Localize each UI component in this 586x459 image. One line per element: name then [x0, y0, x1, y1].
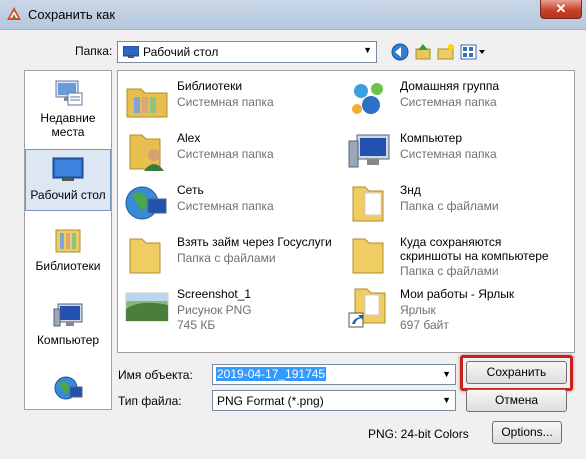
- computer-icon: [53, 303, 83, 327]
- place-label: Недавние места: [40, 111, 96, 139]
- format-info: PNG: 24-bit Colors: [368, 427, 469, 441]
- window-title: Сохранить как: [28, 7, 116, 22]
- title-bar: Сохранить как ✕: [0, 0, 586, 30]
- close-button[interactable]: ✕: [540, 0, 582, 19]
- app-icon: [7, 7, 21, 20]
- list-item[interactable]: Компьютер Системная папка: [343, 125, 563, 177]
- user-folder-icon: [129, 134, 164, 171]
- item-type: Системная папка: [400, 147, 497, 161]
- item-size: 745 КБ: [177, 318, 216, 332]
- filename-input[interactable]: 2019-04-17_191745 ▼: [212, 364, 456, 385]
- item-type: Папка с файлами: [177, 251, 276, 265]
- view-menu-icon[interactable]: [459, 42, 487, 62]
- folder-icon: [129, 238, 161, 274]
- network-icon: [125, 186, 167, 220]
- folder-label: Папка:: [75, 44, 113, 58]
- item-name: Компьютер: [400, 131, 463, 145]
- desktop-icon: [52, 157, 84, 181]
- filetype-label: Тип файла:: [118, 394, 182, 408]
- place-label: Библиотеки: [35, 259, 101, 273]
- item-name: Библиотеки: [177, 79, 243, 93]
- item-name: Взять займ через Госуслуги: [177, 235, 332, 249]
- list-item[interactable]: Screenshot_1 Рисунок PNG 745 КБ: [120, 281, 340, 341]
- list-item[interactable]: Сеть Системная папка: [120, 177, 340, 229]
- folder-icon: [352, 186, 384, 222]
- list-item[interactable]: Домашняя группа Системная папка: [343, 73, 563, 125]
- list-item[interactable]: Библиотеки Системная папка: [120, 73, 340, 125]
- item-name: Домашняя группа: [400, 79, 500, 93]
- item-type: Системная папка: [400, 95, 497, 109]
- item-type: Системная папка: [177, 199, 274, 213]
- recent-places-icon: [55, 80, 83, 106]
- filename-value: 2019-04-17_191745: [216, 367, 327, 381]
- chevron-down-icon[interactable]: ▼: [442, 369, 451, 379]
- item-type: Папка с файлами: [400, 264, 499, 278]
- desktop-icon: [123, 46, 139, 58]
- place-label: Рабочий стол: [30, 188, 106, 202]
- file-list[interactable]: Библиотеки Системная папка Домашняя груп…: [117, 70, 575, 353]
- place-desktop[interactable]: Рабочий стол: [25, 149, 111, 211]
- filetype-select[interactable]: PNG Format (*.png) ▼: [212, 390, 456, 411]
- network-icon: [54, 376, 83, 400]
- computer-icon: [348, 134, 390, 168]
- list-item[interactable]: Куда сохраняются скриншоты на компьютере…: [343, 229, 573, 281]
- place-computer[interactable]: Компьютер: [25, 301, 111, 351]
- place-label: Компьютер: [36, 333, 100, 347]
- item-name: Мои работы - Ярлык: [400, 287, 515, 301]
- item-type: Ярлык: [400, 303, 436, 317]
- item-name: Знд: [400, 183, 421, 197]
- item-type: Системная папка: [177, 95, 274, 109]
- new-folder-icon[interactable]: [436, 42, 456, 62]
- item-size: 697 байт: [400, 318, 449, 332]
- item-name: Alex: [177, 131, 201, 145]
- list-item[interactable]: Alex Системная папка: [120, 125, 340, 177]
- list-item[interactable]: Взять займ через Госуслуги Папка с файла…: [120, 229, 340, 281]
- chevron-down-icon: ▼: [442, 395, 451, 405]
- up-folder-icon[interactable]: [413, 42, 433, 62]
- place-libraries[interactable]: Библиотеки: [25, 227, 111, 277]
- folder-select[interactable]: Рабочий стол ▼: [117, 41, 377, 63]
- cancel-button[interactable]: Отмена: [466, 389, 567, 412]
- item-name-line2: скриншоты на компьютере: [400, 249, 549, 263]
- folder-current: Рабочий стол: [143, 45, 219, 59]
- places-bar: Недавние места Рабочий стол Библиотеки К…: [24, 70, 112, 410]
- shortcut-folder-icon: [348, 288, 386, 328]
- list-item[interactable]: Знд Папка с файлами: [343, 177, 563, 229]
- item-type: Системная папка: [177, 147, 274, 161]
- list-item[interactable]: Мои работы - Ярлык Ярлык 697 байт: [343, 281, 563, 341]
- png-thumbnail-icon: [125, 292, 169, 322]
- save-button[interactable]: Сохранить: [466, 361, 567, 384]
- libraries-icon: [126, 88, 168, 118]
- item-name: Сеть: [177, 183, 204, 197]
- filename-label: Имя объекта:: [118, 368, 193, 382]
- item-type: Папка с файлами: [400, 199, 499, 213]
- item-name-line1: Куда сохраняются: [400, 235, 502, 249]
- place-network[interactable]: [25, 373, 111, 409]
- item-name: Screenshot_1: [177, 287, 252, 301]
- options-button[interactable]: Options...: [492, 421, 562, 444]
- filetype-value: PNG Format (*.png): [217, 394, 324, 408]
- place-recent[interactable]: Недавние места: [25, 79, 111, 143]
- chevron-down-icon: ▼: [363, 45, 372, 55]
- back-icon[interactable]: [390, 42, 410, 62]
- folder-icon: [352, 238, 384, 274]
- item-type: Рисунок PNG: [177, 303, 252, 317]
- homegroup-icon: [352, 83, 383, 114]
- libraries-icon: [55, 229, 81, 253]
